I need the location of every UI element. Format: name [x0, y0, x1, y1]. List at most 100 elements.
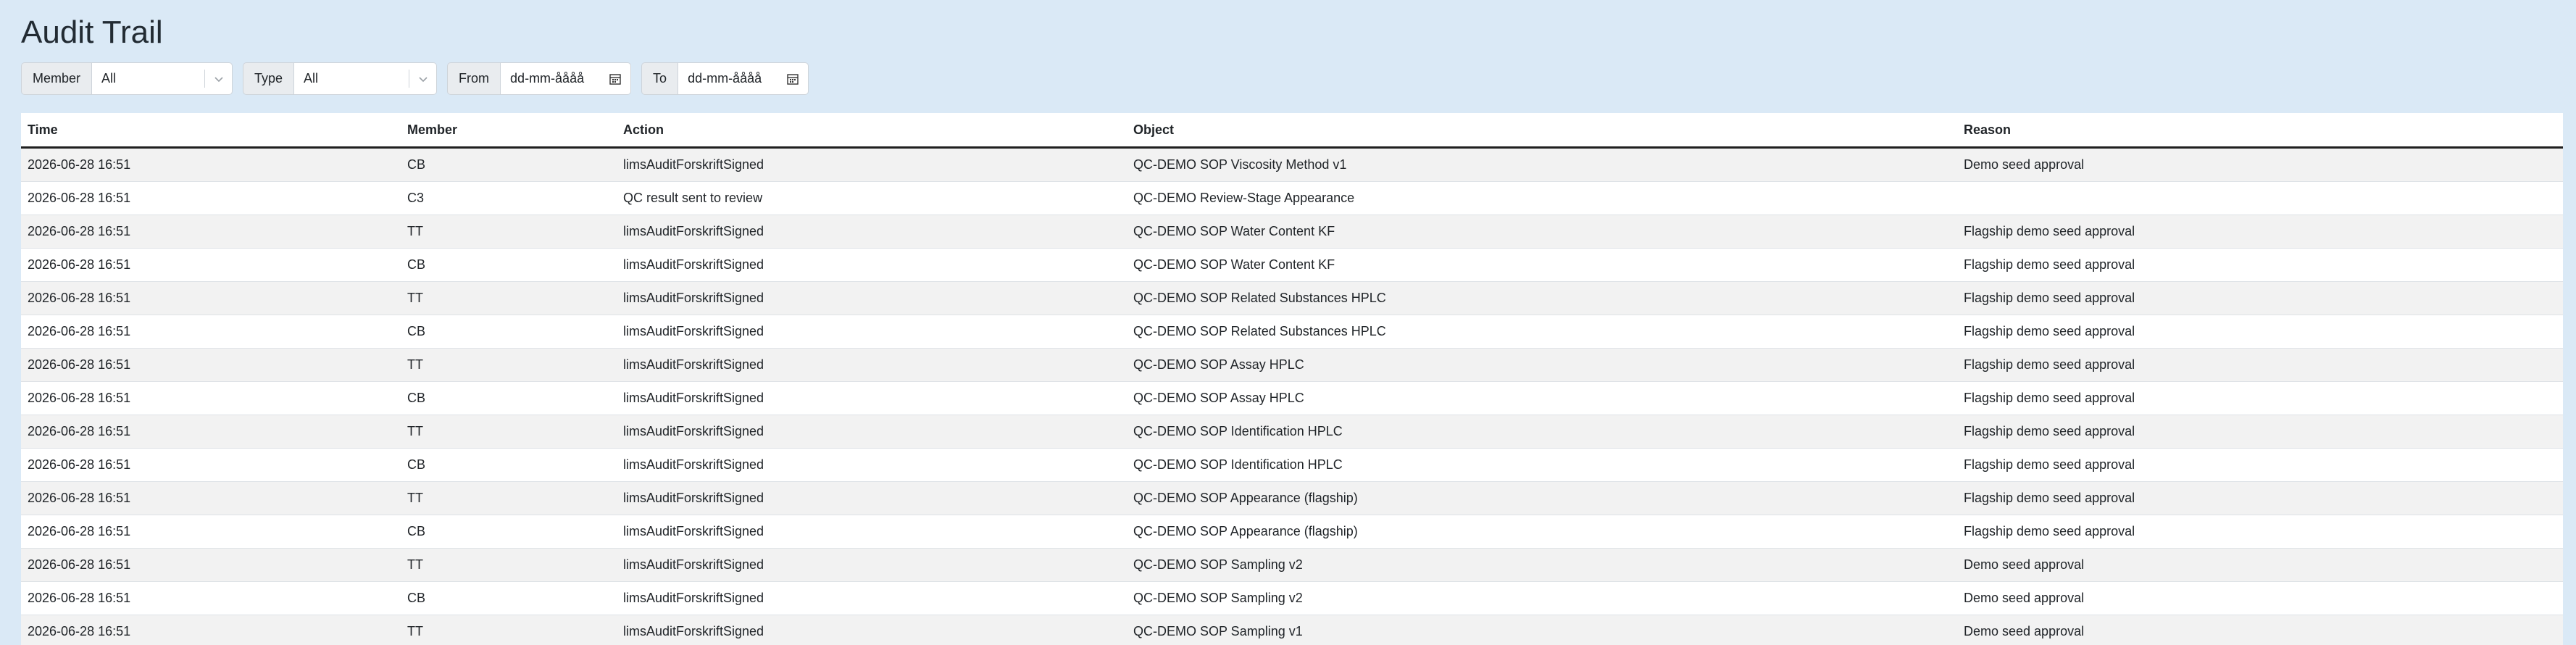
member-cell: TT	[401, 281, 617, 315]
table-row[interactable]: 2026-06-28 16:51 TT limsAuditForskriftSign…	[21, 481, 2563, 515]
action-cell: QC result sent to review	[617, 181, 1127, 215]
column-header-reason[interactable]: Reason	[1957, 113, 2563, 149]
object-cell: QC-DEMO SOP Appearance (flagship)	[1127, 515, 1957, 549]
action-cell: limsAuditForskriftSigned	[617, 548, 1127, 582]
audit-trail-page: Audit Trail Member All Type All From dd-…	[0, 0, 2576, 645]
audit-table-body: 2026-06-28 16:51 CB limsAuditForskriftSign…	[21, 147, 2563, 645]
type-select-value: All	[304, 71, 319, 86]
to-date-filter: To dd-mm-åååå	[641, 62, 809, 95]
table-row[interactable]: 2026-06-28 16:51 TT limsAuditForskriftSign…	[21, 548, 2563, 582]
calendar-icon[interactable]	[785, 72, 800, 86]
table-row[interactable]: 2026-06-28 16:51 C3 QC result sent to revi…	[21, 181, 2563, 215]
table-row[interactable]: 2026-06-28 16:51 TT limsAuditForskriftSign…	[21, 215, 2563, 249]
calendar-icon[interactable]	[608, 72, 622, 86]
table-row[interactable]: 2026-06-28 16:51 CB limsAuditForskriftSign…	[21, 448, 2563, 482]
type-select[interactable]: All	[293, 62, 438, 95]
object-cell: QC-DEMO SOP Appearance (flagship)	[1127, 481, 1957, 515]
member-cell: TT	[401, 415, 617, 449]
table-row[interactable]: 2026-06-28 16:51 CB limsAuditForskriftSign…	[21, 315, 2563, 349]
time-cell: 2026-06-28 16:51	[21, 181, 401, 215]
table-row[interactable]: 2026-06-28 16:51 TT limsAuditForskriftSign…	[21, 615, 2563, 645]
time-cell: 2026-06-28 16:51	[21, 147, 401, 182]
time-cell: 2026-06-28 16:51	[21, 248, 401, 282]
reason-cell: Flagship demo seed approval	[1957, 481, 2563, 515]
to-date-input[interactable]: dd-mm-åååå	[678, 62, 809, 95]
reason-cell: Flagship demo seed approval	[1957, 348, 2563, 382]
reason-cell: Flagship demo seed approval	[1957, 415, 2563, 449]
from-date-value: dd-mm-åååå	[510, 71, 585, 86]
action-cell: limsAuditForskriftSigned	[617, 615, 1127, 645]
object-cell: QC-DEMO SOP Assay HPLC	[1127, 348, 1957, 382]
table-row[interactable]: 2026-06-28 16:51 CB limsAuditForskriftSign…	[21, 248, 2563, 282]
time-cell: 2026-06-28 16:51	[21, 448, 401, 482]
action-cell: limsAuditForskriftSigned	[617, 348, 1127, 382]
member-cell: CB	[401, 448, 617, 482]
chevron-down-icon	[419, 76, 428, 82]
table-row[interactable]: 2026-06-28 16:51 CB limsAuditForskriftSign…	[21, 147, 2563, 182]
type-filter: Type All	[243, 62, 438, 95]
column-header-member[interactable]: Member	[401, 113, 617, 149]
member-cell: TT	[401, 348, 617, 382]
time-cell: 2026-06-28 16:51	[21, 348, 401, 382]
table-row[interactable]: 2026-06-28 16:51 TT limsAuditForskriftSign…	[21, 348, 2563, 382]
action-cell: limsAuditForskriftSigned	[617, 281, 1127, 315]
time-cell: 2026-06-28 16:51	[21, 481, 401, 515]
to-date-value: dd-mm-åååå	[688, 71, 762, 86]
member-filter-label: Member	[21, 62, 92, 95]
member-cell: C3	[401, 181, 617, 215]
object-cell: QC-DEMO SOP Viscosity Method v1	[1127, 147, 1957, 182]
type-filter-label: Type	[243, 62, 294, 95]
action-cell: limsAuditForskriftSigned	[617, 147, 1127, 182]
column-header-action[interactable]: Action	[617, 113, 1127, 149]
member-cell: TT	[401, 215, 617, 249]
member-select-value: All	[101, 71, 117, 86]
action-cell: limsAuditForskriftSigned	[617, 415, 1127, 449]
action-cell: limsAuditForskriftSigned	[617, 581, 1127, 615]
reason-cell: Demo seed approval	[1957, 615, 2563, 645]
action-cell: limsAuditForskriftSigned	[617, 381, 1127, 415]
member-cell: CB	[401, 515, 617, 549]
column-header-time[interactable]: Time	[21, 113, 401, 149]
table-row[interactable]: 2026-06-28 16:51 CB limsAuditForskriftSign…	[21, 515, 2563, 549]
chevron-down-icon	[214, 76, 223, 82]
time-cell: 2026-06-28 16:51	[21, 281, 401, 315]
action-cell: limsAuditForskriftSigned	[617, 315, 1127, 349]
object-cell: QC-DEMO SOP Identification HPLC	[1127, 415, 1957, 449]
from-date-filter: From dd-mm-åååå	[447, 62, 632, 95]
table-row[interactable]: 2026-06-28 16:51 CB limsAuditForskriftSign…	[21, 581, 2563, 615]
member-cell: CB	[401, 381, 617, 415]
member-cell: TT	[401, 548, 617, 582]
table-row[interactable]: 2026-06-28 16:51 CB limsAuditForskriftSign…	[21, 381, 2563, 415]
filter-bar: Member All Type All From dd-mm-åååå To d…	[21, 62, 819, 95]
audit-table-container[interactable]: Time Member Action Object Reason 2026-06…	[21, 113, 2563, 645]
action-cell: limsAuditForskriftSigned	[617, 448, 1127, 482]
audit-table: Time Member Action Object Reason 2026-06…	[21, 113, 2563, 645]
object-cell: QC-DEMO SOP Identification HPLC	[1127, 448, 1957, 482]
from-date-input[interactable]: dd-mm-åååå	[500, 62, 632, 95]
member-select[interactable]: All	[91, 62, 233, 95]
object-cell: QC-DEMO SOP Sampling v1	[1127, 615, 1957, 645]
object-cell: QC-DEMO SOP Sampling v2	[1127, 581, 1957, 615]
reason-cell: Flagship demo seed approval	[1957, 515, 2563, 549]
action-cell: limsAuditForskriftSigned	[617, 215, 1127, 249]
member-cell: TT	[401, 481, 617, 515]
action-cell: limsAuditForskriftSigned	[617, 515, 1127, 549]
time-cell: 2026-06-28 16:51	[21, 548, 401, 582]
reason-cell: Flagship demo seed approval	[1957, 281, 2563, 315]
reason-cell: Flagship demo seed approval	[1957, 215, 2563, 249]
from-date-label: From	[447, 62, 501, 95]
object-cell: QC-DEMO SOP Sampling v2	[1127, 548, 1957, 582]
reason-cell: Demo seed approval	[1957, 147, 2563, 182]
object-cell: QC-DEMO SOP Water Content KF	[1127, 215, 1957, 249]
reason-cell: Demo seed approval	[1957, 548, 2563, 582]
table-row[interactable]: 2026-06-28 16:51 TT limsAuditForskriftSign…	[21, 281, 2563, 315]
time-cell: 2026-06-28 16:51	[21, 415, 401, 449]
action-cell: limsAuditForskriftSigned	[617, 248, 1127, 282]
time-cell: 2026-06-28 16:51	[21, 381, 401, 415]
column-header-object[interactable]: Object	[1127, 113, 1957, 149]
object-cell: QC-DEMO SOP Water Content KF	[1127, 248, 1957, 282]
table-row[interactable]: 2026-06-28 16:51 TT limsAuditForskriftSign…	[21, 415, 2563, 449]
member-cell: CB	[401, 315, 617, 349]
action-cell: limsAuditForskriftSigned	[617, 481, 1127, 515]
reason-cell: Demo seed approval	[1957, 581, 2563, 615]
